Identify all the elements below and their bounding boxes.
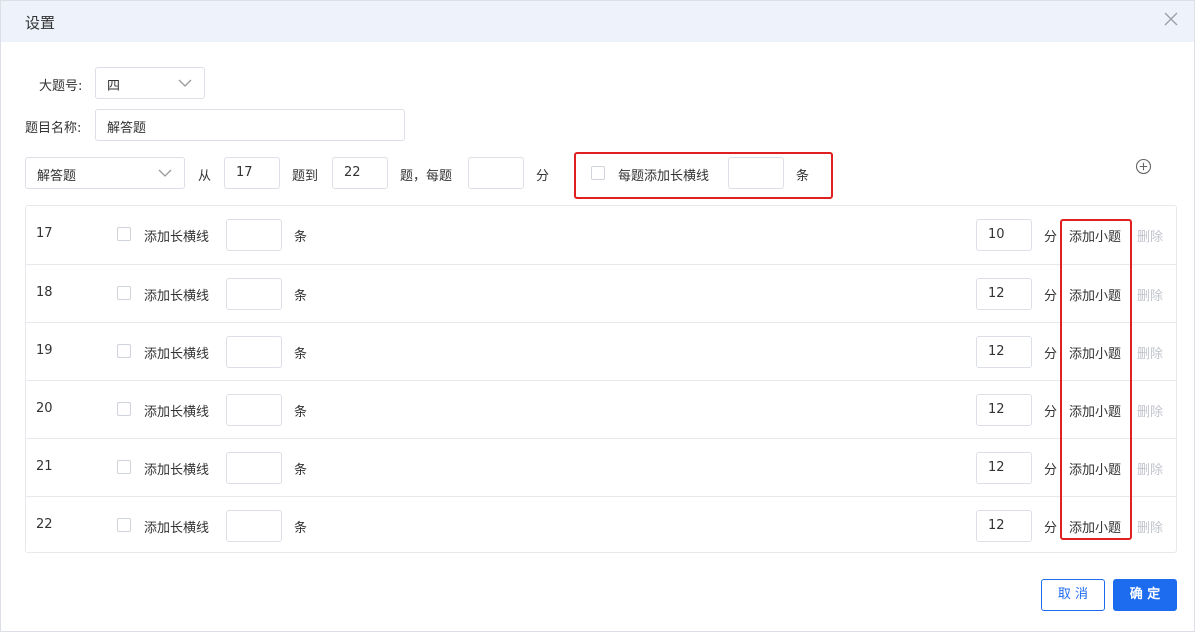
table-row: 19 添加长横线 条 12 分 添加小题 删除 (26, 322, 1176, 380)
highlight-box (1060, 219, 1132, 540)
row-fen-label: 分 (1044, 230, 1058, 245)
delete-link[interactable]: 删除 (1137, 343, 1163, 362)
row-fen-label: 分 (1044, 405, 1058, 420)
row-score-value: 10 (988, 227, 1005, 242)
chevron-down-icon (158, 169, 172, 177)
table-row: 22 添加长横线 条 12 分 添加小题 删除 (26, 496, 1176, 554)
row-score-value: 12 (988, 344, 1005, 359)
row-score-value: 12 (988, 286, 1005, 301)
fen-label: 分 (536, 169, 550, 184)
main-no-label: 大题号: (39, 79, 83, 94)
cancel-button[interactable]: 取 消 (1041, 579, 1105, 611)
row-number: 17 (36, 226, 53, 241)
row-tiao-label: 条 (294, 230, 308, 245)
row-tiao-label: 条 (294, 405, 308, 420)
delete-link[interactable]: 删除 (1137, 226, 1163, 245)
row-score-input[interactable]: 12 (976, 394, 1032, 426)
row-score-input[interactable]: 12 (976, 452, 1032, 484)
row-fen-label: 分 (1044, 463, 1058, 478)
dialog-header: 设置 (1, 1, 1194, 42)
row-add-line-checkbox[interactable] (117, 460, 131, 474)
chevron-down-icon (178, 79, 192, 87)
row-line-count-input[interactable] (226, 219, 282, 251)
to-input[interactable]: 22 (332, 157, 388, 189)
table-row: 21 添加长横线 条 12 分 添加小题 删除 (26, 438, 1176, 496)
row-fen-label: 分 (1044, 521, 1058, 536)
row-tiao-label: 条 (294, 463, 308, 478)
row-number: 19 (36, 343, 53, 358)
row-line-count-input[interactable] (226, 452, 282, 484)
row-number: 21 (36, 459, 53, 474)
row-line-count-input[interactable] (226, 510, 282, 542)
row-number: 18 (36, 285, 53, 300)
delete-link[interactable]: 删除 (1137, 459, 1163, 478)
each-label: 题，每题 (400, 169, 453, 184)
table-row: 17 添加长横线 条 10 分 添加小题 删除 (26, 206, 1176, 264)
add-line-checkbox[interactable] (591, 166, 605, 180)
main-no-select[interactable]: 四 (95, 67, 205, 99)
to-label: 题到 (292, 169, 319, 184)
question-type-select[interactable]: 解答题 (25, 157, 185, 189)
row-add-line-checkbox[interactable] (117, 402, 131, 416)
tiao-label: 条 (796, 169, 810, 184)
row-add-line-checkbox[interactable] (117, 344, 131, 358)
row-tiao-label: 条 (294, 347, 308, 362)
table-row: 20 添加长横线 条 12 分 添加小题 删除 (26, 380, 1176, 438)
question-table: 17 添加长横线 条 10 分 添加小题 删除 18 添加长横线 条 12 分 … (25, 205, 1177, 553)
to-value: 22 (344, 165, 361, 180)
row-score-value: 12 (988, 518, 1005, 533)
main-no-value: 四 (107, 79, 121, 94)
row-add-line-label: 添加长横线 (144, 230, 210, 245)
row-add-line-label: 添加长横线 (144, 463, 210, 478)
row-add-line-checkbox[interactable] (117, 227, 131, 241)
settings-dialog: 设置 大题号: 四 题目名称: 解答题 解答题 从 17 题到 22 题，每题 … (0, 0, 1195, 632)
row-fen-label: 分 (1044, 347, 1058, 362)
plus-circle-icon[interactable] (1135, 158, 1152, 175)
delete-link[interactable]: 删除 (1137, 517, 1163, 536)
row-line-count-input[interactable] (226, 336, 282, 368)
row-add-line-label: 添加长横线 (144, 521, 210, 536)
add-line-count-input[interactable] (728, 157, 784, 189)
row-add-line-label: 添加长横线 (144, 405, 210, 420)
question-type-value: 解答题 (37, 169, 77, 184)
row-line-count-input[interactable] (226, 278, 282, 310)
from-label: 从 (198, 169, 212, 184)
from-value: 17 (236, 165, 253, 180)
row-fen-label: 分 (1044, 289, 1058, 304)
row-score-input[interactable]: 10 (976, 219, 1032, 251)
close-icon[interactable] (1162, 10, 1180, 28)
row-score-input[interactable]: 12 (976, 510, 1032, 542)
question-name-label: 题目名称: (25, 121, 82, 136)
row-tiao-label: 条 (294, 521, 308, 536)
row-add-line-label: 添加长横线 (144, 289, 210, 304)
row-score-value: 12 (988, 460, 1005, 475)
from-input[interactable]: 17 (224, 157, 280, 189)
row-score-value: 12 (988, 402, 1005, 417)
row-add-line-checkbox[interactable] (117, 286, 131, 300)
row-number: 22 (36, 517, 53, 532)
delete-link[interactable]: 删除 (1137, 401, 1163, 420)
confirm-button[interactable]: 确 定 (1113, 579, 1177, 611)
delete-link[interactable]: 删除 (1137, 285, 1163, 304)
row-line-count-input[interactable] (226, 394, 282, 426)
table-row: 18 添加长横线 条 12 分 添加小题 删除 (26, 264, 1176, 322)
each-score-input[interactable] (468, 157, 524, 189)
question-name-value: 解答题 (107, 121, 147, 136)
add-line-label: 每题添加长横线 (618, 169, 710, 184)
row-score-input[interactable]: 12 (976, 336, 1032, 368)
question-name-input[interactable]: 解答题 (95, 109, 405, 141)
row-add-line-checkbox[interactable] (117, 518, 131, 532)
row-score-input[interactable]: 12 (976, 278, 1032, 310)
row-tiao-label: 条 (294, 289, 308, 304)
dialog-title: 设置 (25, 14, 56, 32)
row-number: 20 (36, 401, 53, 416)
row-add-line-label: 添加长横线 (144, 347, 210, 362)
